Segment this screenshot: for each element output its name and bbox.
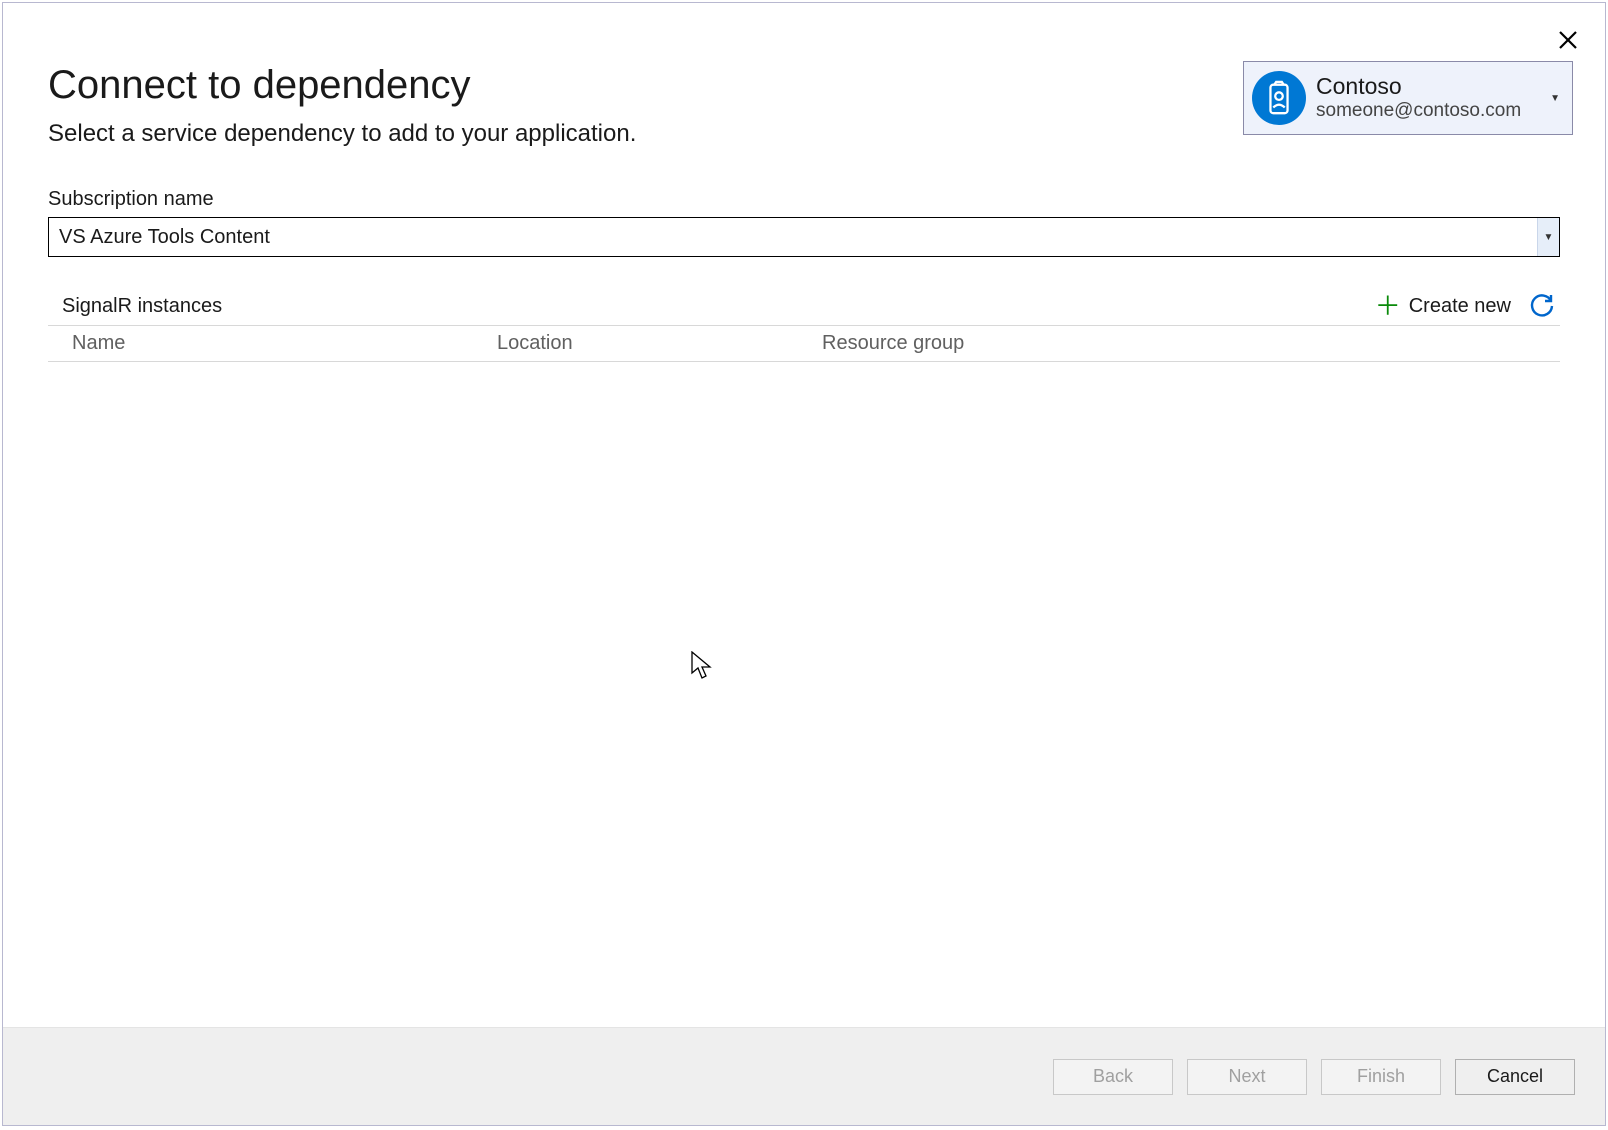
connect-dependency-dialog: Connect to dependency Select a service d… (2, 2, 1606, 1126)
subscription-dropdown[interactable]: VS Azure Tools Content ▼ (48, 217, 1560, 257)
finish-button[interactable]: Finish (1321, 1059, 1441, 1095)
instances-table: Name Location Resource group (48, 325, 1560, 362)
account-selector[interactable]: Contoso someone@contoso.com ▼ (1243, 61, 1573, 135)
chevron-down-icon: ▼ (1537, 218, 1559, 256)
plus-icon: ＋ (1375, 293, 1401, 319)
dialog-header: Connect to dependency Select a service d… (3, 3, 1605, 168)
dialog-footer: Back Next Finish Cancel (3, 1027, 1605, 1125)
refresh-icon (1529, 293, 1555, 319)
account-email: someone@contoso.com (1316, 100, 1546, 123)
create-new-button[interactable]: ＋ Create new (1375, 293, 1511, 319)
instances-header: SignalR instances ＋ Create new (48, 293, 1560, 325)
instances-label: SignalR instances (62, 295, 222, 318)
account-text: Contoso someone@contoso.com (1316, 73, 1546, 123)
subscription-label: Subscription name (48, 188, 1560, 211)
refresh-button[interactable] (1529, 293, 1555, 319)
column-header-resource-group[interactable]: Resource group (822, 332, 1560, 355)
subscription-value: VS Azure Tools Content (49, 226, 1537, 249)
next-button[interactable]: Next (1187, 1059, 1307, 1095)
account-name: Contoso (1316, 73, 1546, 101)
dialog-content: Subscription name VS Azure Tools Content… (3, 168, 1605, 1027)
column-header-name[interactable]: Name (72, 332, 497, 355)
back-button[interactable]: Back (1053, 1059, 1173, 1095)
instances-actions: ＋ Create new (1375, 293, 1555, 319)
cancel-button[interactable]: Cancel (1455, 1059, 1575, 1095)
table-header-row: Name Location Resource group (48, 326, 1560, 361)
account-badge-icon (1252, 71, 1306, 125)
chevron-down-icon: ▼ (1546, 93, 1564, 104)
create-new-label: Create new (1409, 295, 1511, 318)
column-header-location[interactable]: Location (497, 332, 822, 355)
